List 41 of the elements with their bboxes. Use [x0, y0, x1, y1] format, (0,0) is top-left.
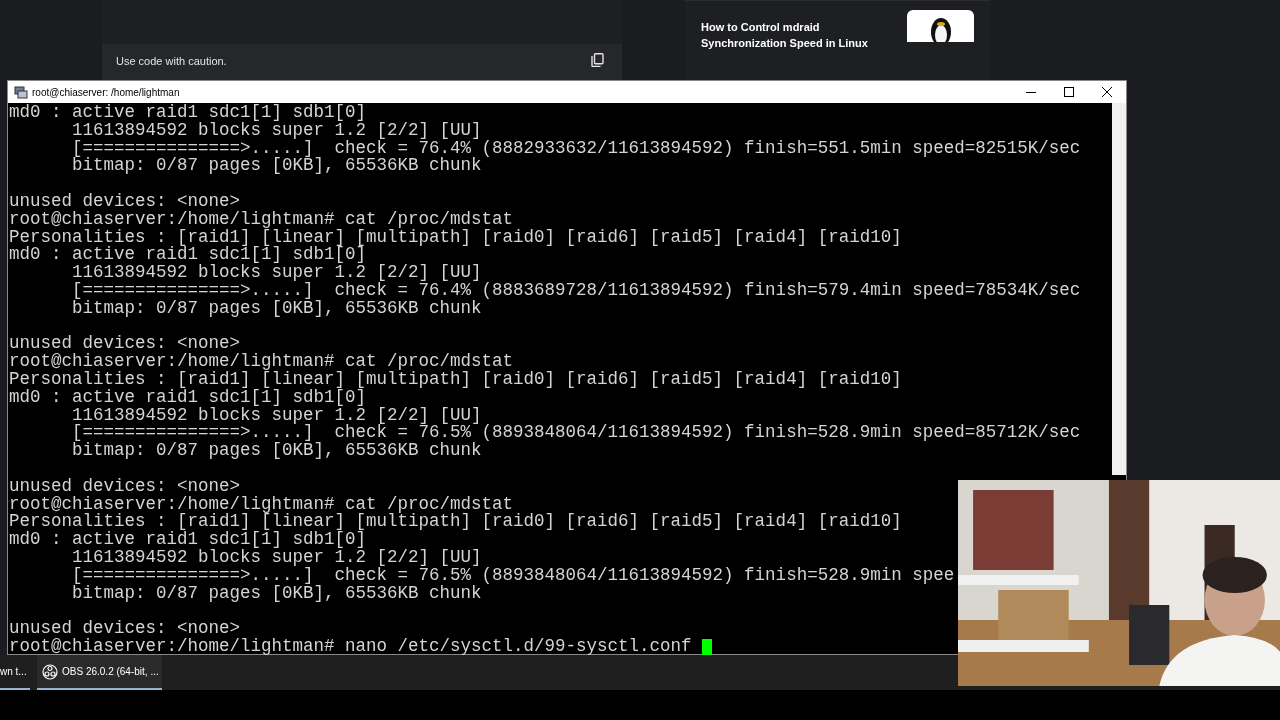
terminal-line: 11613894592 blocks super 1.2 [2/2] [UU]: [71, 121, 482, 140]
copy-icon[interactable]: [591, 53, 604, 67]
taskbar-item[interactable]: OBS 26.0.2 (64-bit, ...: [37, 655, 162, 690]
terminal-line: root@chiaserver:/home/lightman# cat /proc/mdstat: [9, 210, 514, 229]
terminal-app-icon: [14, 85, 28, 99]
caution-note: Use code with caution.: [116, 54, 227, 69]
terminal-line: md0 : active raid1 sdc1[1] sdb1[0]: [9, 531, 367, 549]
terminal-line: unused devices: <none>: [9, 335, 241, 354]
terminal-line: bitmap: 0/87 pages [0KB], 65536KB chunk: [71, 157, 482, 176]
terminal-line: unused devices: <none>: [9, 620, 241, 638]
terminal-line: [===============>.....] check = 76.4% (8883689728/11613894592) finish=579.4min speed=78534K/sec: [71, 281, 1081, 300]
maximize-icon: [1064, 87, 1074, 97]
window-title: root@chiaserver: /home/lightman: [32, 85, 180, 100]
terminal-line: root@chiaserver:/home/lightman# cat /proc/mdstat: [9, 353, 514, 371]
terminal-line: root@chiaserver:/home/lightman# cat /proc/mdstat: [9, 495, 514, 514]
terminal-line: Personalities : [raid1] [linear] [multipath] [raid0] [raid6] [raid5] [raid4] [raid10]: [9, 513, 902, 532]
terminal-line: bitmap: 0/87 pages [0KB], 65536KB chunk: [71, 299, 482, 318]
terminal-line: 11613894592 blocks super 1.2 [2/2] [UU]: [71, 548, 482, 567]
minimize-icon: [1026, 91, 1036, 93]
scrollbar[interactable]: [1112, 103, 1126, 475]
close-icon: [1102, 87, 1112, 97]
terminal-line: Personalities : [raid1] [linear] [multipath] [raid0] [raid6] [raid5] [raid4] [raid10]: [9, 228, 902, 247]
taskbar-item[interactable]: wn t...: [0, 655, 30, 690]
terminal-line: [===============>.....] check = 76.5% (8893848064/11613894592) finish=528.9min spee: [71, 566, 955, 585]
terminal-line: md0 : active raid1 sdc1[1] sdb1[0]: [9, 388, 367, 407]
terminal-line: md0 : active raid1 sdc1[1] sdb1[0]: [9, 246, 367, 265]
text-cursor: [702, 638, 713, 655]
terminal-line: [===============>.....] check = 76.4% (8882933632/11613894592) finish=551.5min speed=82515K/sec: [71, 139, 1081, 158]
article-title[interactable]: Synchronization Speed in Linux: [701, 35, 907, 51]
terminal-line: [===============>.....] check = 76.5% (8893848064/11613894592) finish=528.9min speed=85712K/sec: [71, 424, 1081, 443]
terminal-line: Personalities : [raid1] [linear] [multipath] [raid0] [raid6] [raid5] [raid4] [raid10]: [9, 370, 902, 389]
article-title[interactable]: How to Control mdraid: [701, 19, 907, 35]
terminal-line: unused devices: <none>: [9, 477, 241, 496]
terminal-line: bitmap: 0/87 pages [0KB], 65536KB chunk: [71, 442, 482, 460]
terminal-line: 11613894592 blocks super 1.2 [2/2] [UU]: [71, 406, 482, 425]
terminal-line: root@chiaserver:/home/lightman# nano /etc/sysctl.d/99-sysctl.conf: [9, 637, 693, 656]
terminal-line: 11613894592 blocks super 1.2 [2/2] [UU]: [71, 264, 482, 282]
obs-icon: [42, 663, 58, 680]
terminal-line: unused devices: <none>: [9, 193, 241, 211]
terminal-line: bitmap: 0/87 pages [0KB], 65536KB chunk: [71, 584, 482, 603]
terminal-line: md0 : active raid1 sdc1[1] sdb1[0]: [9, 104, 367, 122]
